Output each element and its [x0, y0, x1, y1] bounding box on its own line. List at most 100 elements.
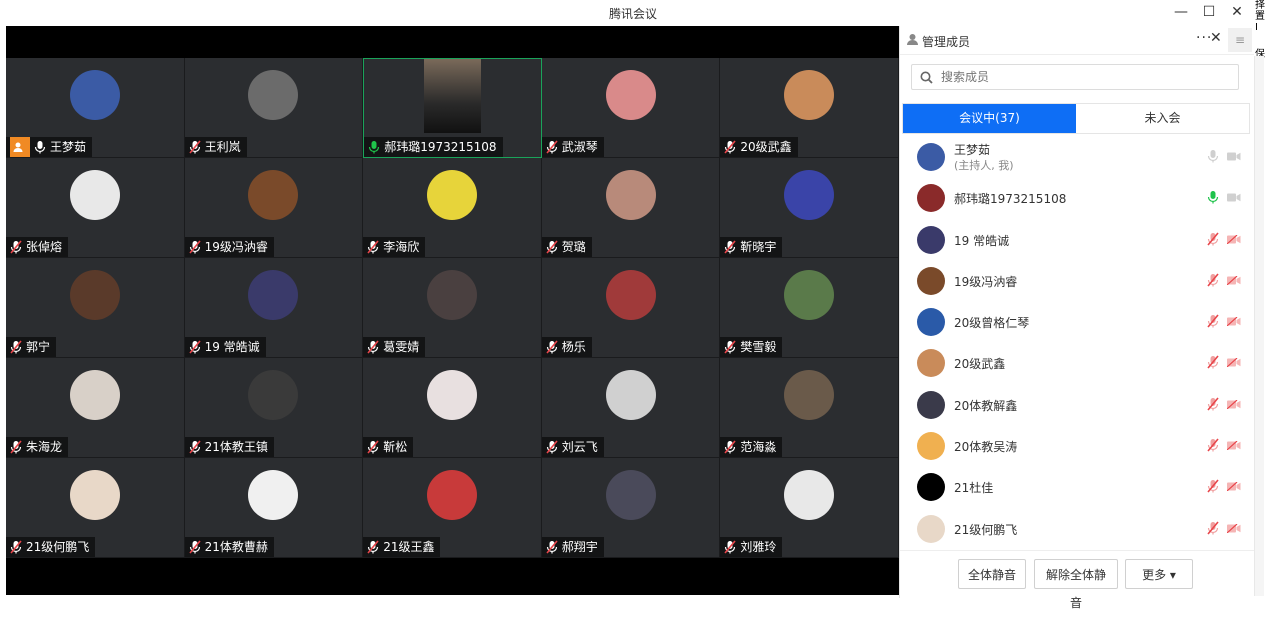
mic-icon[interactable] [1207, 149, 1219, 163]
participant-name: 郝翔宇 [561, 540, 598, 554]
video-tile[interactable]: 贺璐 [541, 158, 721, 258]
tab-not-joined[interactable]: 未入会 [1076, 104, 1249, 133]
camera-off-icon[interactable] [1227, 358, 1241, 368]
member-row[interactable]: 21级何鹏飞 [900, 508, 1254, 548]
avatar [917, 514, 945, 543]
camera-off-icon[interactable] [1227, 317, 1241, 327]
video-tile[interactable]: 范海淼 [720, 358, 899, 458]
mic-muted-icon[interactable] [1207, 397, 1219, 411]
avatar [917, 432, 945, 461]
video-tile[interactable]: 21级王鑫 [363, 458, 542, 558]
mic-muted-icon[interactable] [1207, 232, 1219, 246]
camera-off-icon[interactable] [1227, 275, 1241, 285]
avatar [917, 266, 945, 295]
avatar [917, 308, 945, 337]
mic-muted-icon [367, 540, 379, 554]
mic-muted-icon[interactable] [1207, 355, 1219, 369]
camera-off-icon[interactable] [1227, 234, 1241, 244]
mic-muted-icon [546, 340, 558, 354]
search-icon [920, 71, 933, 84]
mic-muted-icon [10, 440, 22, 454]
camera-off-icon[interactable] [1227, 399, 1241, 409]
video-tile[interactable]: 19级冯汭睿 [184, 158, 364, 258]
mic-muted-icon[interactable] [1207, 479, 1219, 493]
avatar [69, 270, 120, 320]
mic-muted-icon [188, 540, 201, 554]
mic-muted-icon [188, 140, 201, 154]
video-tile[interactable]: 郭宁 [6, 258, 185, 358]
more-button[interactable]: 更多 ▾ [1125, 559, 1193, 589]
avatar [248, 70, 299, 120]
menu-icon[interactable]: ≡ [1228, 28, 1252, 52]
video-tile[interactable]: 杨乐 [541, 258, 721, 358]
participant-label: 贺璐 [541, 237, 592, 257]
participant-label: 朱海龙 [6, 437, 69, 457]
mic-muted-icon [367, 440, 379, 454]
member-row[interactable]: 20级曾格仁琴 [900, 301, 1254, 342]
member-row[interactable]: 王梦茹 (主持人, 我) [900, 136, 1254, 177]
mic-muted-icon [724, 540, 736, 554]
maximize-button[interactable]: ☐ [1198, 2, 1220, 22]
video-tile[interactable]: 武淑琴 [541, 58, 721, 158]
unmute-all-button[interactable]: 解除全体静音 [1034, 559, 1118, 610]
mic-muted-icon[interactable] [1207, 273, 1219, 287]
mic-muted-icon[interactable] [1207, 314, 1219, 328]
camera-off-icon[interactable] [1227, 482, 1241, 492]
participant-name: 王梦茹 [50, 140, 87, 154]
video-tile[interactable]: 王梦茹 [6, 58, 185, 158]
video-tile[interactable]: 李海欣 [363, 158, 542, 258]
video-tile[interactable]: 刘云飞 [541, 358, 721, 458]
video-tile[interactable]: 郝翔宇 [541, 458, 721, 558]
video-tile[interactable]: 樊雪毅 [720, 258, 899, 358]
camera-off-icon[interactable] [1227, 193, 1241, 202]
member-row[interactable]: 19级冯汭睿 [900, 260, 1254, 301]
member-row[interactable]: 19 常皓诚 [900, 219, 1254, 260]
minimize-button[interactable]: — [1170, 2, 1192, 22]
participant-name: 贺璐 [561, 240, 586, 254]
title-bar: 腾讯会议 — ☐ ✕ [0, 0, 1266, 26]
video-tile[interactable]: 21级何鹏飞 [6, 458, 185, 558]
mic-icon[interactable] [1207, 190, 1219, 204]
participant-label: 范海淼 [720, 437, 783, 457]
video-tile[interactable]: 21体教王镇 [184, 358, 364, 458]
member-row[interactable]: 21杜佳 [900, 466, 1254, 507]
search-input[interactable] [939, 69, 1223, 85]
video-tile[interactable]: 张倬熔 [6, 158, 185, 258]
close-panel-icon[interactable]: ✕ [1210, 30, 1222, 46]
member-row[interactable]: 20级武鑫 [900, 342, 1254, 383]
search-box[interactable] [911, 64, 1239, 90]
participant-name: 杨乐 [561, 340, 586, 354]
video-tile[interactable]: 21体教曹赫 [184, 458, 364, 558]
video-tile[interactable]: 葛雯婧 [363, 258, 542, 358]
scrollbar[interactable] [1254, 56, 1264, 596]
tab-in-meeting[interactable]: 会议中(37) [903, 104, 1076, 133]
camera-off-icon[interactable] [1227, 441, 1241, 451]
mute-all-button[interactable]: 全体静音 [958, 559, 1026, 589]
video-tile[interactable]: 靳松 [363, 358, 542, 458]
video-tile[interactable]: 朱海龙 [6, 358, 185, 458]
mic-muted-icon[interactable] [1207, 438, 1219, 452]
member-row[interactable]: 20体教吴涛 [900, 425, 1254, 466]
video-tile[interactable]: 郝玮璐1973215108 [363, 58, 542, 158]
avatar [69, 170, 120, 220]
background-window-fragment: 择 置I 保 [1255, 0, 1266, 60]
video-tile[interactable]: 靳晓宇 [720, 158, 899, 258]
close-window-button[interactable]: ✕ [1226, 2, 1248, 22]
video-tile[interactable]: 刘雅玲 [720, 458, 899, 558]
mic-muted-icon[interactable] [1207, 521, 1219, 535]
participant-name: 张倬熔 [26, 240, 63, 254]
video-tile[interactable]: 20级武鑫 [720, 58, 899, 158]
video-tile[interactable]: 王利岚 [184, 58, 364, 158]
mic-muted-icon [724, 140, 736, 154]
avatar [248, 170, 299, 220]
participant-name: 21体教曹赫 [204, 540, 268, 554]
participant-label: 武淑琴 [541, 137, 604, 157]
participant-label: 郝翔宇 [541, 537, 604, 557]
member-row[interactable]: 郝玮璐1973215108 [900, 177, 1254, 218]
avatar [784, 270, 835, 320]
mic-muted-icon [546, 140, 558, 154]
video-tile[interactable]: 19 常皓诚 [184, 258, 364, 358]
camera-off-icon[interactable] [1227, 523, 1241, 533]
member-row[interactable]: 20体教解鑫 [900, 384, 1254, 425]
camera-off-icon[interactable] [1227, 152, 1241, 161]
